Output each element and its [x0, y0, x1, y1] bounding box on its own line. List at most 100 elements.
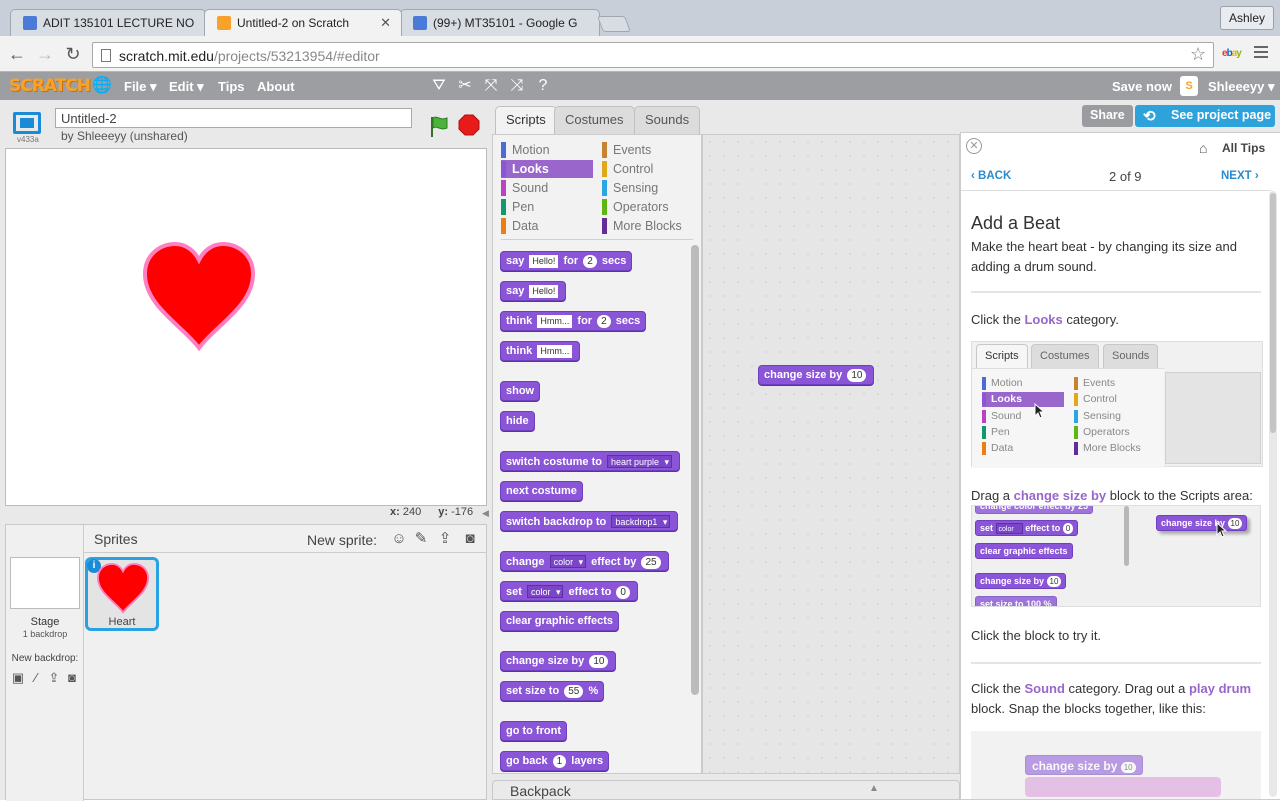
- new-tab-button[interactable]: [597, 16, 631, 32]
- category-sound[interactable]: Sound: [501, 179, 593, 197]
- reload-icon[interactable]: ↻: [62, 43, 84, 65]
- block-dropdown[interactable]: color: [549, 555, 587, 569]
- block-hide[interactable]: hide: [500, 411, 535, 431]
- menu-edit[interactable]: Edit ▾: [169, 79, 204, 95]
- back-arrow-icon[interactable]: ←: [6, 43, 28, 65]
- block-input[interactable]: Hmm...: [537, 345, 573, 358]
- tips-scrollbar[interactable]: [1269, 191, 1277, 797]
- camera-sprite-icon[interactable]: ◙: [461, 530, 479, 548]
- block-input[interactable]: 55: [564, 685, 584, 698]
- heart-sprite[interactable]: [143, 242, 255, 354]
- block-input[interactable]: 2: [583, 255, 597, 268]
- category-events[interactable]: Events: [602, 141, 694, 159]
- block-say-for-secs[interactable]: say Hello! for 2 secs: [500, 251, 633, 271]
- tab-sounds[interactable]: Sounds: [634, 106, 701, 134]
- tab-costumes[interactable]: Costumes: [554, 106, 635, 134]
- block-set-size[interactable]: set size to 55 %: [500, 681, 605, 701]
- block-show[interactable]: show: [500, 381, 541, 401]
- delete-scissors-icon[interactable]: ✂: [456, 77, 474, 95]
- collapse-stage-arrow-icon[interactable]: ◀: [482, 508, 492, 520]
- camera-backdrop-icon[interactable]: ◙: [64, 671, 80, 685]
- sprite-thumbnail-heart[interactable]: i Heart: [85, 557, 159, 631]
- backpack[interactable]: Backpack ▲: [492, 780, 960, 800]
- upload-backdrop-icon[interactable]: ⇪: [46, 671, 62, 685]
- stage-thumbnail[interactable]: [10, 557, 80, 609]
- block-input[interactable]: 2: [597, 315, 611, 328]
- bookmark-star-icon[interactable]: ☆: [1190, 44, 1206, 65]
- category-pen[interactable]: Pen: [501, 198, 593, 216]
- block-input[interactable]: 10: [847, 369, 867, 382]
- block-change-effect[interactable]: change color effect by 25: [500, 551, 669, 571]
- block-input[interactable]: 1: [552, 755, 567, 768]
- browser-tab-scratch[interactable]: Untitled-2 on Scratch ✕: [204, 9, 402, 36]
- block-input[interactable]: 25: [641, 556, 661, 569]
- ebay-extension-icon[interactable]: ebay: [1222, 48, 1242, 59]
- menu-tips[interactable]: Tips: [218, 79, 245, 94]
- block-dropdown[interactable]: heart purple: [607, 455, 673, 469]
- block-set-effect[interactable]: set color effect to 0: [500, 581, 638, 601]
- block-go-back-layers[interactable]: go back 1 layers: [500, 751, 610, 771]
- browser-tab-lecture[interactable]: ADIT 135101 LECTURE NO: [10, 9, 206, 36]
- choose-sprite-icon[interactable]: ☺: [390, 530, 408, 548]
- block-input[interactable]: Hello!: [529, 255, 559, 268]
- paint-sprite-icon[interactable]: ✎: [412, 530, 430, 548]
- block-clear-graphic-effects[interactable]: clear graphic effects: [500, 611, 619, 631]
- browser-tab-groups[interactable]: (99+) MT35101 - Google G: [400, 9, 600, 36]
- category-control[interactable]: Control: [602, 160, 694, 178]
- scripts-area[interactable]: change size by 10: [702, 134, 960, 774]
- category-motion[interactable]: Motion: [501, 141, 593, 159]
- block-dropdown[interactable]: backdrop1: [611, 515, 671, 529]
- forward-arrow-icon[interactable]: →: [34, 43, 56, 65]
- paint-backdrop-icon[interactable]: ▣: [10, 671, 26, 685]
- profile-button[interactable]: Ashley: [1219, 6, 1274, 30]
- stop-sign-icon[interactable]: [458, 114, 480, 136]
- block-say[interactable]: say Hello!: [500, 281, 567, 301]
- stage-canvas[interactable]: [5, 148, 487, 506]
- browser-menu-icon[interactable]: [1254, 46, 1268, 60]
- script-block-change-size[interactable]: change size by 10: [758, 365, 875, 385]
- help-icon[interactable]: ?: [534, 77, 552, 95]
- block-dropdown[interactable]: color: [526, 585, 564, 599]
- tips-back-button[interactable]: ‹ BACK: [971, 170, 1011, 182]
- block-switch-costume[interactable]: switch costume to heart purple: [500, 451, 681, 471]
- share-button[interactable]: Share: [1082, 105, 1133, 127]
- block-think[interactable]: think Hmm...: [500, 341, 581, 361]
- save-now-link[interactable]: Save now: [1112, 79, 1172, 94]
- category-sensing[interactable]: Sensing: [602, 179, 694, 197]
- block-go-to-front[interactable]: go to front: [500, 721, 567, 741]
- fullscreen-icon[interactable]: [13, 112, 41, 134]
- shrink-icon[interactable]: ⤨: [508, 77, 526, 95]
- language-globe-icon[interactable]: 🌐: [92, 77, 112, 95]
- block-think-for-secs[interactable]: think Hmm... for 2 secs: [500, 311, 647, 331]
- address-bar[interactable]: scratch.mit.edu/projects/53213954/#edito…: [92, 42, 1214, 68]
- block-input[interactable]: Hello!: [529, 285, 559, 298]
- see-project-page-button[interactable]: ⟲ See project page: [1135, 105, 1275, 127]
- home-icon[interactable]: ⌂: [1199, 140, 1207, 156]
- block-change-size[interactable]: change size by 10: [500, 651, 617, 671]
- block-input[interactable]: 0: [616, 586, 630, 599]
- block-switch-backdrop[interactable]: switch backdrop to backdrop1: [500, 511, 679, 531]
- upload-sprite-icon[interactable]: ⇪: [436, 530, 454, 548]
- block-input[interactable]: 10: [589, 655, 609, 668]
- expand-arrow-icon[interactable]: ▲: [869, 783, 879, 794]
- category-data[interactable]: Data: [501, 217, 593, 235]
- close-tab-icon[interactable]: ✕: [380, 15, 391, 31]
- scratch-logo[interactable]: SCRATCH: [9, 76, 91, 96]
- category-operators[interactable]: Operators: [602, 198, 694, 216]
- tips-next-button[interactable]: NEXT ›: [1221, 170, 1259, 182]
- palette-scrollbar[interactable]: [691, 245, 699, 695]
- close-tips-icon[interactable]: ✕: [966, 138, 982, 154]
- user-menu[interactable]: Shleeeyy ▾: [1208, 79, 1275, 95]
- block-input[interactable]: Hmm...: [537, 315, 573, 328]
- menu-about[interactable]: About: [257, 79, 295, 94]
- duplicate-stamp-icon[interactable]: ⛛: [430, 77, 448, 95]
- green-flag-icon[interactable]: [427, 114, 451, 138]
- menu-file[interactable]: File ▾: [124, 79, 157, 95]
- user-icon[interactable]: S: [1180, 76, 1198, 96]
- paint-brush-icon[interactable]: ⁄: [28, 671, 44, 685]
- category-more-blocks[interactable]: More Blocks: [602, 217, 694, 235]
- block-next-costume[interactable]: next costume: [500, 481, 583, 501]
- category-looks[interactable]: Looks: [501, 160, 593, 178]
- tab-scripts[interactable]: Scripts: [495, 106, 557, 134]
- all-tips-link[interactable]: All Tips: [1222, 141, 1265, 155]
